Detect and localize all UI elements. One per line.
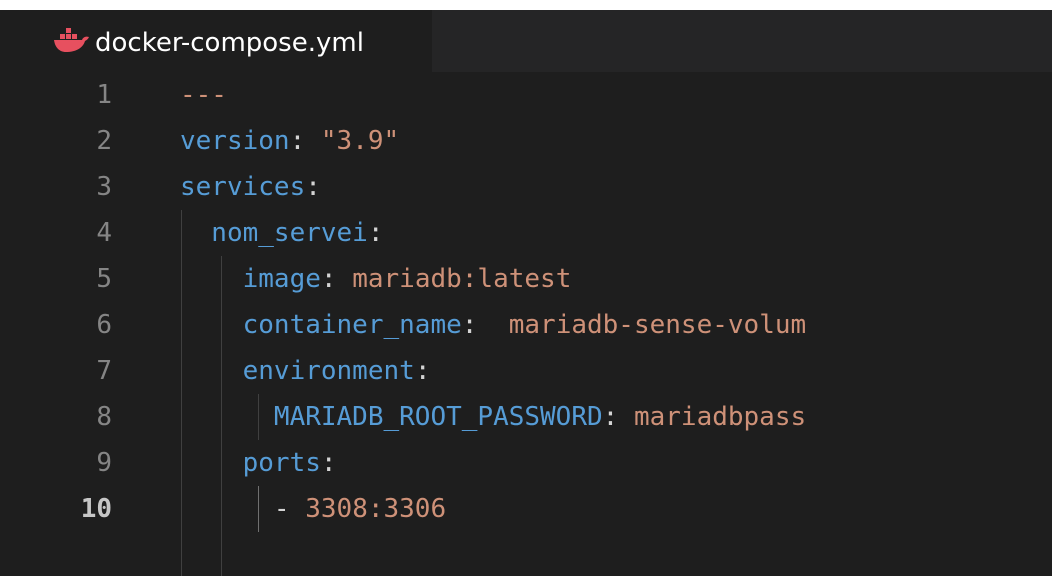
line-number: 10: [80, 494, 112, 524]
code-text: ports:: [180, 440, 337, 486]
code-line[interactable]: 6 container_name: mariadb-sense-volum: [0, 302, 1052, 348]
line-number: 1: [96, 80, 112, 110]
line-number: 4: [96, 218, 112, 248]
code-token: :: [461, 310, 509, 340]
code-text: services:: [180, 164, 321, 210]
code-token: container_name: [180, 310, 462, 340]
code-line[interactable]: 9 ports:: [0, 440, 1052, 486]
line-number: 9: [96, 448, 112, 478]
code-token: :: [289, 126, 321, 156]
code-token: :: [320, 264, 353, 294]
line-number: 6: [96, 310, 112, 340]
code-line[interactable]: 2 version: "3.9": [0, 118, 1052, 164]
code-token: mariadb-sense-volum: [508, 310, 807, 340]
code-line[interactable]: 1 ---: [0, 72, 1052, 118]
code-token: :: [320, 448, 337, 478]
line-number: 7: [96, 356, 112, 386]
code-text: image: mariadb:latest: [180, 256, 572, 302]
code-text: - 3308:3306: [180, 486, 446, 532]
line-number: 2: [96, 126, 112, 156]
line-number: 5: [96, 264, 112, 294]
code-text: version: "3.9": [180, 118, 399, 164]
code-text: ---: [180, 72, 227, 118]
code-line[interactable]: 5 image: mariadb:latest: [0, 256, 1052, 302]
code-text: environment:: [180, 348, 431, 394]
code-text: container_name: mariadb-sense-volum: [180, 302, 807, 348]
code-token: MARIADB_ROOT_PASSWORD: [180, 402, 603, 432]
tab-bar: docker-compose.yml: [0, 10, 1052, 72]
line-number: 8: [96, 402, 112, 432]
code-token: "3.9": [320, 126, 400, 156]
docker-whale-icon: [54, 28, 89, 52]
code-token: environment: [180, 356, 415, 386]
code-token: :: [602, 402, 634, 432]
tab-docker-compose[interactable]: docker-compose.yml: [0, 10, 432, 72]
code-token: nom_servei: [180, 218, 368, 248]
code-text: nom_servei:: [180, 210, 384, 256]
code-line[interactable]: 7 environment:: [0, 348, 1052, 394]
code-line[interactable]: 3 services:: [0, 164, 1052, 210]
code-token: mariadb:latest: [352, 264, 572, 294]
line-number: 3: [96, 172, 112, 202]
code-token: :: [367, 218, 384, 248]
code-token: image: [180, 264, 321, 294]
code-token: services: [180, 172, 306, 202]
code-line[interactable]: 10 - 3308:3306: [0, 486, 1052, 532]
code-token: :: [305, 172, 321, 202]
code-token: :: [414, 356, 431, 386]
code-text: MARIADB_ROOT_PASSWORD: mariadbpass: [180, 394, 806, 440]
code-token: version: [180, 126, 290, 156]
code-token: ports: [180, 448, 321, 478]
code-token: ---: [180, 80, 227, 110]
code-line[interactable]: 8 MARIADB_ROOT_PASSWORD: mariadbpass: [0, 394, 1052, 440]
code-token: -: [180, 494, 306, 524]
code-area[interactable]: 1 --- 2 version: "3.9" 3 services: 4 nom_serve…: [0, 72, 1052, 576]
tab-filename: docker-compose.yml: [95, 28, 364, 58]
code-line[interactable]: 4 nom_servei:: [0, 210, 1052, 256]
code-token: mariadbpass: [633, 402, 807, 432]
code-token: 3308:3306: [305, 494, 447, 524]
code-editor: docker-compose.yml 1 --- 2 version: "3.9" 3 s…: [0, 0, 1052, 576]
window-top-edge: [0, 0, 1052, 10]
